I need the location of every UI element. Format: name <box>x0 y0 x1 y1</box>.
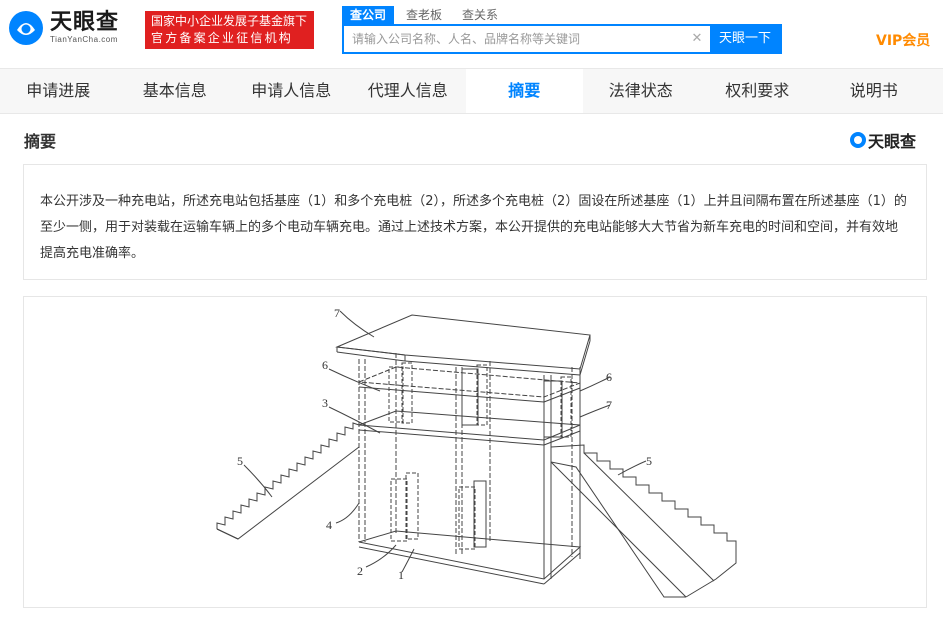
label-2: 2 <box>357 564 363 578</box>
badge-line-1: 国家中小企业发展子基金旗下 <box>151 14 308 28</box>
watermark-logo: 天眼查 <box>850 128 916 152</box>
logo-icon <box>8 10 44 46</box>
label-5-right: 5 <box>646 454 652 468</box>
label-3: 3 <box>322 396 328 410</box>
search-tab-relation[interactable]: 查关系 <box>454 6 506 24</box>
patent-tab-bar: 申请进展 基本信息 申请人信息 代理人信息 摘要 法律状态 权利要求 说明书 <box>0 68 943 114</box>
search-tab-company[interactable]: 查公司 <box>342 6 395 24</box>
tab-basic-info[interactable]: 基本信息 <box>117 69 234 113</box>
label-1: 1 <box>398 568 404 582</box>
logo-title: 天眼查 <box>50 10 120 35</box>
label-4: 4 <box>326 518 332 532</box>
label-6-right: 6 <box>606 370 612 384</box>
logo-domain: TianYanCha.com <box>50 35 118 44</box>
label-7-right: 7 <box>606 398 612 412</box>
search-button[interactable]: 天眼一下 <box>710 26 780 52</box>
charging-station-drawing: 7 6 3 5 4 2 1 6 7 5 <box>216 306 737 598</box>
label-6-left: 6 <box>322 358 328 372</box>
search-input[interactable] <box>344 26 684 52</box>
tab-agent-info[interactable]: 代理人信息 <box>350 69 467 113</box>
clear-icon[interactable]: ✕ <box>684 26 710 52</box>
patent-drawing: 7 6 3 5 4 2 1 6 7 5 <box>23 296 927 608</box>
vip-member-link[interactable]: VIP会员 <box>876 30 930 50</box>
section-title: 摘要 <box>24 132 57 151</box>
label-5-left: 5 <box>237 454 243 468</box>
tab-description[interactable]: 说明书 <box>816 69 933 113</box>
badge-line-2: 官方备案企业征信机构 <box>151 31 294 45</box>
tianyancha-logo[interactable]: 天眼查 TianYanCha.com <box>8 10 119 46</box>
tab-applicant-info[interactable]: 申请人信息 <box>233 69 350 113</box>
tab-application-progress[interactable]: 申请进展 <box>0 69 117 113</box>
government-badge: 国家中小企业发展子基金旗下 官方备案企业征信机构 <box>145 11 314 49</box>
abstract-text: 本公开涉及一种充电站，所述充电站包括基座（1）和多个充电桩（2），所述多个充电桩… <box>23 164 927 280</box>
tab-abstract[interactable]: 摘要 <box>466 69 583 113</box>
search-tab-boss[interactable]: 查老板 <box>398 6 450 24</box>
label-7-left: 7 <box>334 306 340 320</box>
tab-legal-status[interactable]: 法律状态 <box>583 69 700 113</box>
tab-claims[interactable]: 权利要求 <box>699 69 816 113</box>
search-type-tabs: 查公司 查老板 查关系 <box>342 6 510 24</box>
top-header: 天眼查 TianYanCha.com 国家中小企业发展子基金旗下 官方备案企业征… <box>0 0 943 68</box>
eye-icon <box>850 132 866 148</box>
watermark-text: 天眼查 <box>868 132 917 151</box>
search-bar: ✕ 天眼一下 <box>342 24 782 54</box>
